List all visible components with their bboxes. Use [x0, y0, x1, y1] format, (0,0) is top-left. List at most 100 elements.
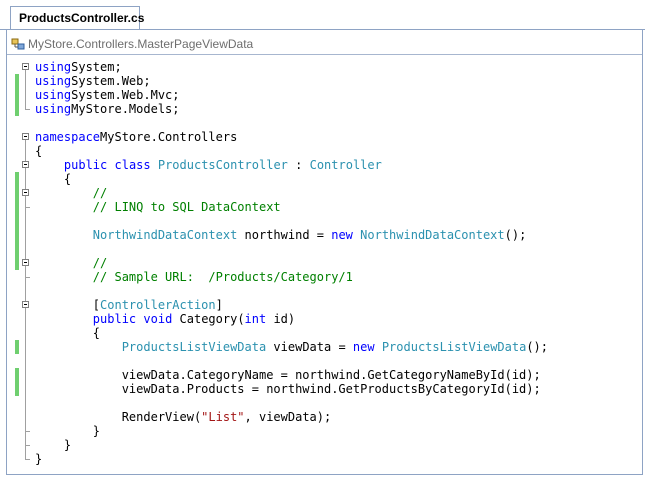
code-token: } — [35, 452, 43, 466]
code-token: Category( — [172, 312, 245, 326]
code-line: { — [35, 172, 71, 186]
code-line: viewData.CategoryName = northwind.GetCat… — [35, 368, 541, 382]
code-token: } — [35, 438, 72, 452]
code-token: { — [35, 326, 101, 340]
code-line: public class ProductsController : Contro… — [35, 158, 382, 172]
collapse-toggle-icon[interactable] — [22, 189, 29, 196]
change-marker — [15, 172, 19, 270]
outline-guide-end — [25, 445, 30, 446]
code-token: , viewData); — [244, 410, 332, 424]
code-token: } — [35, 424, 101, 438]
code-token: : — [287, 158, 310, 172]
code-token: class — [114, 158, 151, 172]
code-token: void — [143, 312, 173, 326]
collapse-toggle-icon[interactable] — [22, 133, 29, 140]
code-line: } — [35, 438, 71, 452]
code-token: "List" — [201, 410, 245, 424]
code-token: viewData.CategoryName = northwind.GetCat… — [35, 368, 541, 382]
code-token: [ — [35, 298, 101, 312]
code-token: RenderView( — [35, 410, 202, 424]
code-token: public — [92, 312, 137, 326]
code-token: using — [35, 102, 72, 116]
change-marker — [15, 368, 19, 396]
code-token: using — [35, 60, 72, 74]
tab-strip: ProductsController.cs — [0, 0, 645, 30]
navigation-bar: MyStore.Controllers.MasterPageViewData — [7, 35, 642, 55]
member-dropdown[interactable]: MyStore.Controllers.MasterPageViewData — [11, 35, 631, 54]
code-token: (); — [504, 228, 527, 242]
outline-guide-end — [25, 431, 30, 432]
collapse-toggle-icon[interactable] — [22, 161, 29, 168]
tab-products-controller[interactable]: ProductsController.cs — [10, 6, 144, 30]
code-token: ProductsController — [157, 158, 288, 172]
code-token: using — [35, 88, 72, 102]
code-line: usingMyStore.Models; — [35, 102, 180, 116]
outline-gutter — [7, 56, 33, 474]
change-marker — [15, 340, 19, 354]
code-line: // — [35, 256, 107, 270]
code-token: System.Web.Mvc; — [71, 88, 180, 102]
code-token: { — [35, 172, 72, 186]
code-line: viewData.Products = northwind.GetProduct… — [35, 382, 541, 396]
outline-guide-end — [25, 109, 30, 110]
code-token: int — [244, 312, 267, 326]
code-token: id) — [266, 312, 296, 326]
code-token: northwind = — [237, 228, 332, 242]
code-line: usingSystem.Web; — [35, 74, 151, 88]
code-token: // Sample URL: /Products/Category/1 — [92, 270, 353, 284]
code-token: ] — [215, 298, 223, 312]
code-token: public — [63, 158, 108, 172]
code-token: ProductsListViewData — [121, 340, 267, 354]
code-line: ProductsListViewData viewData = new Prod… — [35, 340, 548, 354]
code-line: public void Category(int id) — [35, 312, 295, 326]
tab-title: ProductsController.cs — [19, 11, 145, 25]
member-label: MyStore.Controllers.MasterPageViewData — [28, 37, 254, 51]
collapse-toggle-icon[interactable] — [22, 63, 29, 70]
code-token: viewData = — [266, 340, 353, 354]
code-area[interactable]: usingSystem; usingSystem.Web; usingSystem.… — [7, 56, 642, 474]
outline-guide — [25, 70, 26, 109]
outline-guide — [25, 196, 26, 207]
code-line: NorthwindDataContext northwind = new Nor… — [35, 228, 527, 242]
code-token: using — [35, 74, 72, 88]
change-marker — [15, 74, 19, 116]
code-token: // — [92, 186, 108, 200]
code-token: { — [35, 144, 43, 158]
code-token: NorthwindDataContext — [360, 228, 505, 242]
code-editor: MyStore.Controllers.MasterPageViewData u… — [6, 30, 643, 475]
code-line: // LINQ to SQL DataContext — [35, 200, 281, 214]
code-token: NorthwindDataContext — [92, 228, 238, 242]
collapse-toggle-icon[interactable] — [22, 259, 29, 266]
code-line: { — [35, 144, 42, 158]
code-line: usingSystem.Web.Mvc; — [35, 88, 180, 102]
code-line: RenderView("List", viewData); — [35, 410, 332, 424]
code-token: namespace — [35, 130, 101, 144]
outline-guide-end — [25, 459, 30, 460]
collapse-toggle-icon[interactable] — [22, 301, 29, 308]
code-token: // — [92, 256, 108, 270]
code-token: System.Web; — [71, 74, 151, 88]
code-line: } — [35, 452, 42, 466]
code-token: viewData.Products = northwind.GetProduct… — [35, 382, 541, 396]
code-line: } — [35, 424, 100, 438]
outline-guide-end — [25, 207, 30, 208]
code-token: ProductsListViewData — [381, 340, 527, 354]
code-line: // — [35, 186, 107, 200]
code-token: MyStore.Controllers — [100, 130, 238, 144]
code-token: ControllerAction — [100, 298, 216, 312]
code-line: namespaceMyStore.Controllers — [35, 130, 237, 144]
code-token: MyStore.Models; — [71, 102, 180, 116]
code-line: { — [35, 326, 100, 340]
code-token: // LINQ to SQL DataContext — [92, 200, 281, 214]
